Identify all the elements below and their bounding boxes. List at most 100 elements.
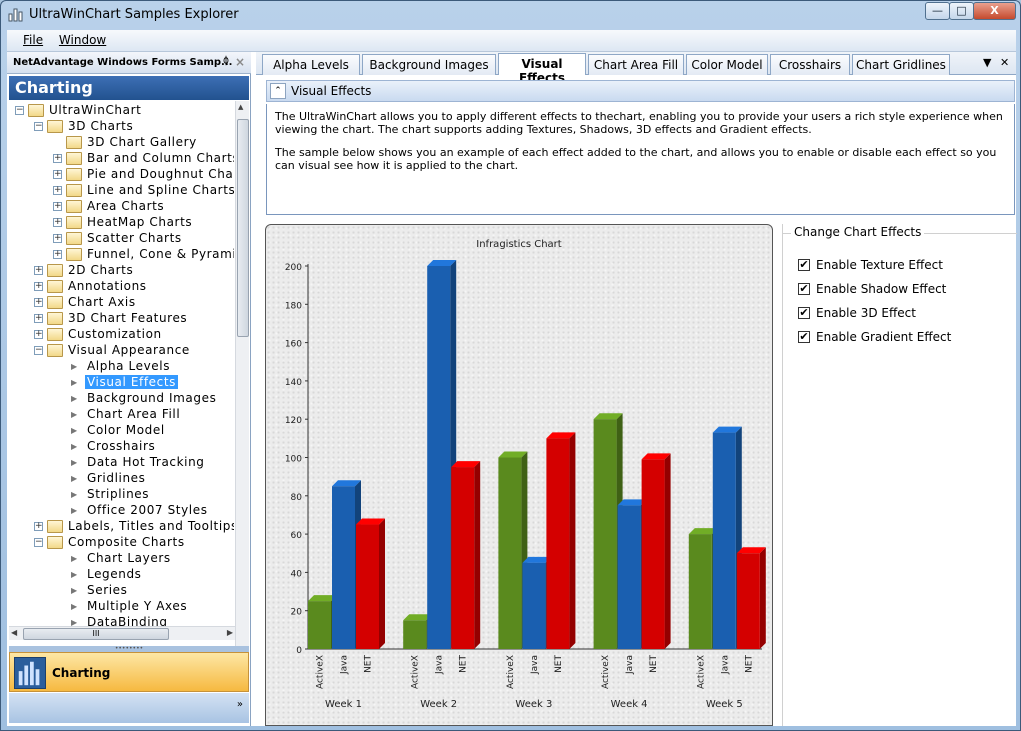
tree-item-3d-charts[interactable]: − 3D Charts: [9, 119, 234, 135]
y-tick-label: 0: [296, 646, 302, 656]
tree-item-composite-charts[interactable]: − Composite Charts: [9, 535, 234, 551]
minimize-button[interactable]: —: [925, 2, 950, 20]
samples-tree: − UltraWinChart −3D Charts 3D Chart Gallery…: [9, 101, 234, 676]
hscroll-thumb[interactable]: III: [23, 628, 169, 640]
menu-file[interactable]: File: [17, 30, 49, 50]
tree-item-multiple-y-axes[interactable]: ▶ Multiple Y Axes: [9, 599, 234, 615]
expand-icon[interactable]: +: [53, 234, 62, 243]
checkbox-box[interactable]: ✔: [798, 259, 810, 271]
bar: [522, 562, 546, 649]
tab-close-icon[interactable]: ✕: [1000, 56, 1009, 69]
tree-item-label: Chart Axis: [68, 295, 136, 309]
chevron-down-icon[interactable]: »: [237, 699, 243, 710]
scroll-left-icon[interactable]: ◀: [11, 628, 17, 637]
tree-item-3d-chart-gallery[interactable]: 3D Chart Gallery: [9, 135, 234, 151]
tab-list-dropdown-icon[interactable]: ▼: [983, 56, 991, 69]
expand-icon[interactable]: +: [34, 330, 43, 339]
tree-item-line-and-spline-charts[interactable]: + Line and Spline Charts: [9, 183, 234, 199]
checkbox-box[interactable]: ✔: [798, 283, 810, 295]
tree-item-data-hot-tracking[interactable]: ▶ Data Hot Tracking: [9, 455, 234, 471]
tree-item-gridlines[interactable]: ▶ Gridlines: [9, 471, 234, 487]
tree-horizontal-scrollbar[interactable]: ◀ III ▶: [9, 626, 235, 640]
tree-item-area-charts[interactable]: + Area Charts: [9, 199, 234, 215]
tree-item-2d-charts[interactable]: +2D Charts: [9, 263, 234, 279]
category-label: Week 4: [611, 699, 648, 710]
title-bar[interactable]: UltraWinChart Samples Explorer — □ X: [1, 1, 1020, 29]
category-label: Week 3: [515, 699, 552, 710]
y-tick-label: 60: [291, 531, 303, 541]
tree-item-chart-layers[interactable]: ▶ Chart Layers: [9, 551, 234, 567]
expand-icon[interactable]: +: [53, 186, 62, 195]
tree-item-crosshairs[interactable]: ▶ Crosshairs: [9, 439, 234, 455]
tree-item-striplines[interactable]: ▶ Striplines: [9, 487, 234, 503]
expand-icon[interactable]: +: [34, 522, 43, 531]
tree-item-visual-appearance[interactable]: − Visual Appearance: [9, 343, 234, 359]
expand-icon[interactable]: +: [53, 250, 62, 259]
tree-item-legends[interactable]: ▶ Legends: [9, 567, 234, 583]
tree-item-annotations[interactable]: + Annotations: [9, 279, 234, 295]
menu-window[interactable]: Window: [53, 30, 112, 50]
tree-item-ultrawinchart[interactable]: − UltraWinChart: [9, 103, 234, 119]
tree-item-funnel-cone-pyramid[interactable]: + Funnel, Cone & Pyramid: [9, 247, 234, 263]
tree-item-color-model[interactable]: ▶ Color Model: [9, 423, 234, 439]
collapse-icon[interactable]: −: [15, 106, 24, 115]
tree-item-label: Labels, Titles and Tooltips: [68, 519, 234, 533]
checkbox-box[interactable]: ✔: [798, 331, 810, 343]
tree-item-visual-effects[interactable]: ▶ Visual Effects: [9, 375, 234, 391]
tree-item-background-images[interactable]: ▶ Background Images: [9, 391, 234, 407]
y-tick-label: 20: [291, 608, 303, 618]
expand-icon[interactable]: +: [34, 314, 43, 323]
series-tick-label: NET: [554, 655, 564, 673]
tree-item-label: Area Charts: [87, 199, 165, 213]
tree-item-customization[interactable]: + Customization: [9, 327, 234, 343]
tree-item-series[interactable]: ▶ Series: [9, 583, 234, 599]
tab-crosshairs[interactable]: Crosshairs: [770, 54, 850, 75]
tab-visual-effects[interactable]: Visual Effects: [498, 53, 586, 85]
expand-icon[interactable]: +: [53, 170, 62, 179]
leaf-arrow-icon: ▶: [71, 378, 78, 387]
tree-item-label: Legends: [87, 567, 142, 581]
tree-vertical-scrollbar[interactable]: ▲ ▼: [235, 101, 249, 674]
expand-icon[interactable]: +: [34, 282, 43, 291]
tab-chart-area-fill[interactable]: Chart Area Fill: [588, 54, 684, 75]
expand-icon[interactable]: +: [34, 298, 43, 307]
collapse-icon[interactable]: −: [34, 346, 43, 355]
pin-icon[interactable]: ᛰ: [223, 56, 229, 67]
collapse-icon[interactable]: −: [34, 538, 43, 547]
collapse-icon[interactable]: −: [34, 122, 43, 131]
checkbox-box[interactable]: ✔: [798, 307, 810, 319]
bar-side: [474, 461, 481, 649]
maximize-button[interactable]: □: [949, 2, 974, 20]
tree-item-alpha-levels[interactable]: ▶ Alpha Levels: [9, 359, 234, 375]
expand-icon[interactable]: +: [34, 266, 43, 275]
scroll-right-icon[interactable]: ▶: [227, 628, 233, 637]
tree-item-label: 3D Charts: [68, 119, 134, 133]
tree-item-chart-axis[interactable]: + Chart Axis: [9, 295, 234, 311]
tab-background-images[interactable]: Background Images: [362, 54, 496, 75]
bar: [617, 505, 641, 649]
tree-item-heatmap-charts[interactable]: + HeatMap Charts: [9, 215, 234, 231]
chart-control[interactable]: Infragistics Chart 0 20 40 60 80 100 120 140 160 1…: [265, 224, 773, 726]
tab-chart-gridlines[interactable]: Chart Gridlines: [852, 54, 950, 75]
expand-icon[interactable]: +: [53, 202, 62, 211]
section-banner: Charting: [9, 76, 249, 100]
close-button[interactable]: X: [973, 2, 1016, 20]
collapse-icon[interactable]: ⌃: [270, 83, 286, 99]
charting-group-button[interactable]: Charting: [9, 652, 249, 692]
scroll-thumb[interactable]: [237, 119, 249, 337]
scroll-up-icon[interactable]: ▲: [238, 103, 243, 111]
pane-close-icon[interactable]: ×: [235, 55, 245, 69]
expand-icon[interactable]: +: [53, 154, 62, 163]
tree-item-bar-and-column-charts[interactable]: + Bar and Column Charts: [9, 151, 234, 167]
tree-item-labels-titles-and-tooltips[interactable]: + Labels, Titles and Tooltips: [9, 519, 234, 535]
tab-color-model[interactable]: Color Model: [686, 54, 768, 75]
tree-item-scatter-charts[interactable]: + Scatter Charts: [9, 231, 234, 247]
tree-item-chart-area-fill[interactable]: ▶ Chart Area Fill: [9, 407, 234, 423]
folder-icon: [47, 344, 63, 357]
expand-icon[interactable]: +: [53, 218, 62, 227]
sample-header[interactable]: ⌃ Visual Effects: [266, 80, 1015, 102]
tree-item-pie-and-doughnut-chart[interactable]: + Pie and Doughnut Chart: [9, 167, 234, 183]
tab-alpha-levels[interactable]: Alpha Levels: [262, 54, 360, 75]
tree-item-3d-chart-features[interactable]: +3D Chart Features: [9, 311, 234, 327]
tree-item-office-2007-styles[interactable]: ▶ Office 2007 Styles: [9, 503, 234, 519]
